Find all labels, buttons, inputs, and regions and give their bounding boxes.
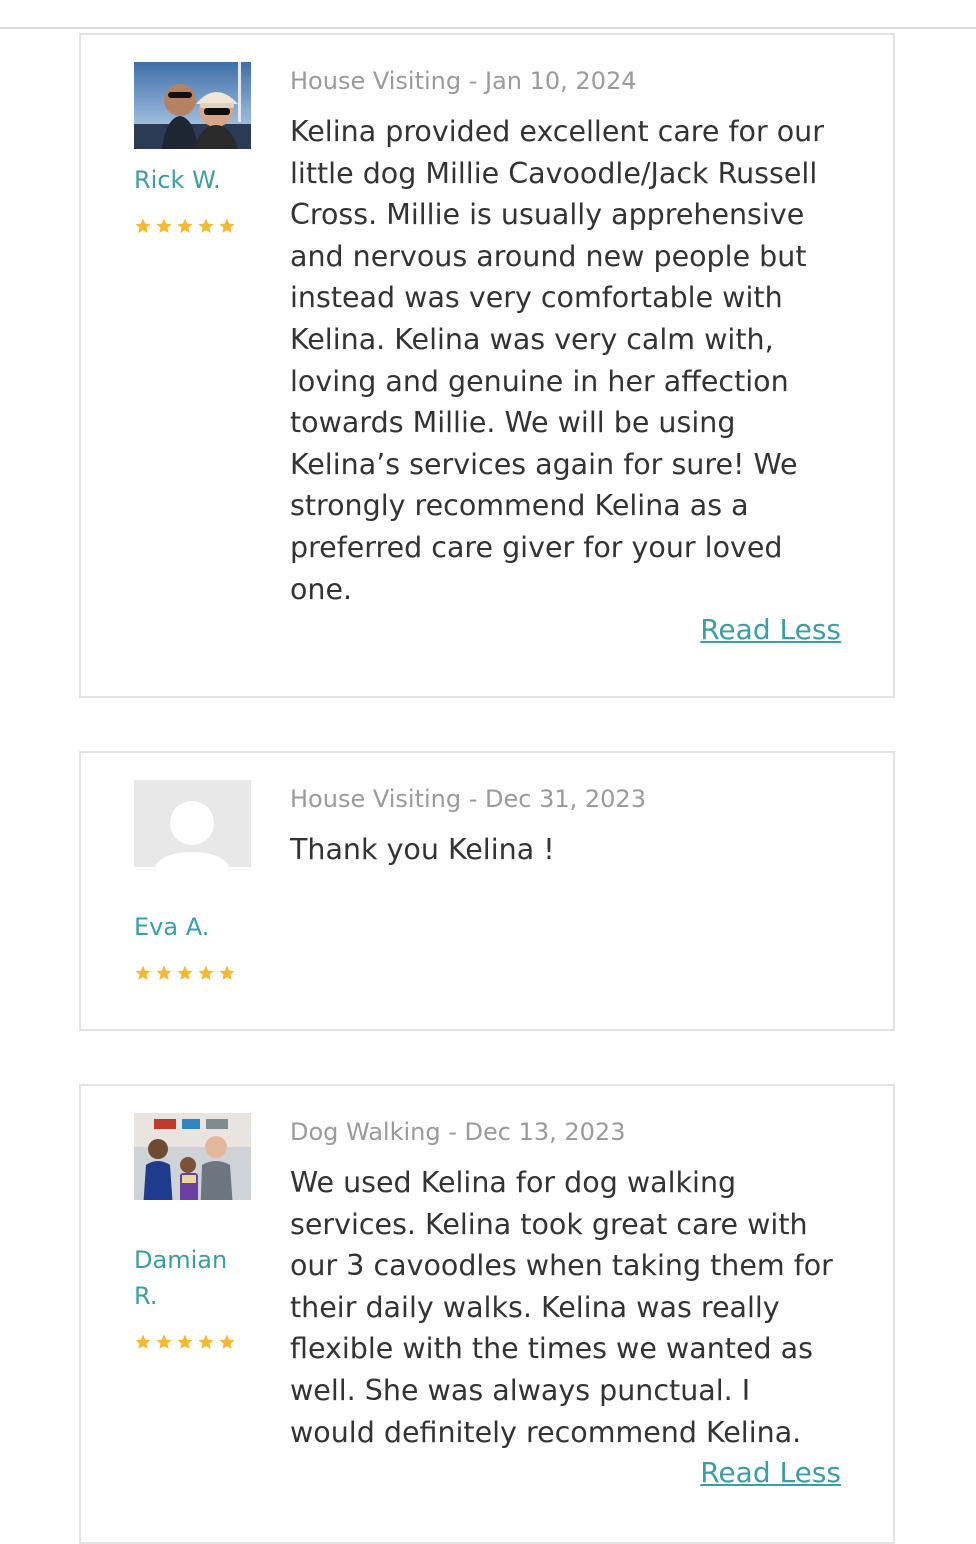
star-icon xyxy=(156,1334,172,1349)
review-meta: Dog Walking - Dec 13, 2023 xyxy=(290,1118,626,1146)
reviewer-name-line: R. xyxy=(134,1282,158,1310)
review-line: and nervous around new people but xyxy=(290,239,807,273)
star-icon xyxy=(135,965,151,980)
star-icon xyxy=(156,965,172,980)
star-icon xyxy=(156,218,172,233)
star-rating xyxy=(134,1333,236,1353)
star-rating xyxy=(134,964,236,984)
reviewer-name[interactable]: Damian R. xyxy=(134,1242,244,1314)
review-line: flexible with the times we wanted as xyxy=(290,1332,813,1366)
star-icon xyxy=(198,965,214,980)
avatar xyxy=(134,1113,251,1200)
review-card: Eva A. House Visiting - Dec 31, 2023 Tha… xyxy=(79,751,895,1031)
star-icon xyxy=(177,1334,193,1349)
review-line: Kelina’s services again for sure! We xyxy=(290,447,798,481)
star-rating xyxy=(134,217,236,237)
review-line: our 3 cavoodles when taking them for xyxy=(290,1249,833,1283)
star-icon xyxy=(177,218,193,233)
review-text: Kelina provided excellent care for our l… xyxy=(290,111,850,610)
star-icon xyxy=(219,965,235,980)
review-line: Kelina provided excellent care for our xyxy=(290,115,824,148)
avatar xyxy=(134,780,251,867)
review-meta: House Visiting - Jan 10, 2024 xyxy=(290,67,637,95)
reviewer-name-line: Damian xyxy=(134,1246,228,1274)
star-icon xyxy=(135,218,151,233)
review-line: Cross. Millie is usually apprehensive xyxy=(290,198,805,232)
reviews-list: Rick W. House Visiting - Jan 10, 2024 Ke… xyxy=(0,0,976,1544)
review-line: instead was very comfortable with xyxy=(290,281,783,315)
review-line: little dog Millie Cavoodle/Jack Russell xyxy=(290,156,818,190)
read-less-link[interactable]: Read Less xyxy=(700,1456,841,1490)
reviewer-name[interactable]: Eva A. xyxy=(134,909,244,945)
star-icon xyxy=(198,1334,214,1349)
star-icon xyxy=(219,1334,235,1349)
reviewer-photo xyxy=(134,62,251,149)
review-line: well. She was always punctual. I xyxy=(290,1373,751,1407)
review-line: strongly recommend Kelina as a xyxy=(290,489,749,523)
review-line: their daily walks. Kelina was really xyxy=(290,1290,780,1324)
review-line: one. xyxy=(290,572,353,606)
avatar xyxy=(134,62,251,149)
star-icon xyxy=(135,1334,151,1349)
review-line: preferred care giver for your loved xyxy=(290,530,783,564)
star-icon xyxy=(198,218,214,233)
review-meta: House Visiting - Dec 31, 2023 xyxy=(290,785,646,813)
reviewer-photo xyxy=(134,1113,251,1200)
review-line: Kelina. Kelina was very calm with, xyxy=(290,322,774,356)
star-icon xyxy=(219,218,235,233)
review-line: We used Kelina for dog walking xyxy=(290,1166,737,1199)
review-text: We used Kelina for dog walking services.… xyxy=(290,1162,850,1453)
review-card: Damian R. Dog Walking - Dec 13, 2023 We … xyxy=(79,1084,895,1544)
read-less-link[interactable]: Read Less xyxy=(700,613,841,647)
review-line: loving and genuine in her affection xyxy=(290,364,789,398)
review-line: towards Millie. We will be using xyxy=(290,406,736,440)
default-user-icon xyxy=(134,780,251,867)
reviewer-name[interactable]: Rick W. xyxy=(134,162,244,198)
review-card: Rick W. House Visiting - Jan 10, 2024 Ke… xyxy=(79,33,895,698)
review-text: Thank you Kelina ! xyxy=(290,829,850,871)
star-icon xyxy=(177,965,193,980)
review-line: services. Kelina took great care with xyxy=(290,1207,808,1241)
review-line: Thank you Kelina ! xyxy=(290,833,555,866)
review-line: would definitely recommend Kelina. xyxy=(290,1415,802,1449)
